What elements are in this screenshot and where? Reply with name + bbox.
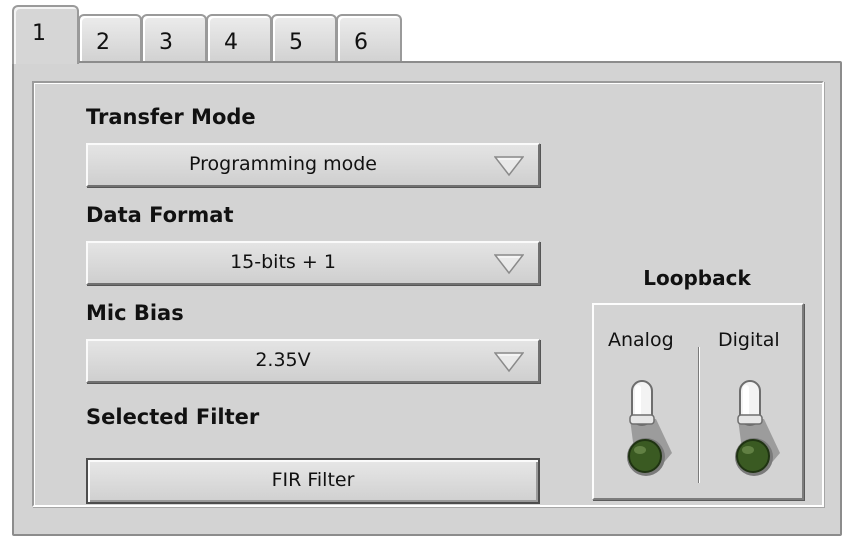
- mic-bias-label: Mic Bias: [86, 301, 184, 325]
- transfer-mode-label: Transfer Mode: [86, 105, 256, 129]
- fir-filter-button[interactable]: FIR Filter: [86, 458, 540, 504]
- tab-1-label: 1: [32, 21, 46, 46]
- tab-5-label: 5: [289, 30, 303, 55]
- data-format-value: 15-bits + 1: [230, 251, 336, 273]
- loopback-group: Analog Digital: [592, 303, 804, 500]
- loopback-divider: [698, 347, 699, 483]
- tab-3[interactable]: 3: [141, 14, 207, 61]
- dropdown-arrow-icon: [494, 352, 524, 373]
- fir-filter-button-label: FIR Filter: [271, 469, 355, 491]
- digital-toggle-switch[interactable]: [724, 375, 784, 485]
- settings-frame: Transfer Mode Programming mode Data Form…: [32, 81, 824, 507]
- analog-toggle-switch[interactable]: [616, 375, 676, 485]
- tab-1[interactable]: 1: [12, 5, 79, 64]
- loopback-title: Loopback: [643, 266, 751, 290]
- tab-4[interactable]: 4: [206, 14, 272, 61]
- tab-4-label: 4: [224, 30, 238, 55]
- digital-label: Digital: [718, 329, 780, 351]
- tab-panel: Transfer Mode Programming mode Data Form…: [12, 61, 842, 536]
- tab-2-label: 2: [96, 30, 110, 55]
- mic-bias-dropdown[interactable]: 2.35V: [86, 339, 540, 383]
- analog-label: Analog: [608, 329, 674, 351]
- dropdown-arrow-icon: [494, 254, 524, 275]
- data-format-dropdown[interactable]: 15-bits + 1: [86, 241, 540, 285]
- tab-6[interactable]: 6: [336, 14, 402, 61]
- tab-6-label: 6: [354, 30, 368, 55]
- dropdown-arrow-icon: [494, 156, 524, 177]
- data-format-label: Data Format: [86, 203, 234, 227]
- tab-5[interactable]: 5: [271, 14, 337, 61]
- selected-filter-label: Selected Filter: [86, 405, 260, 429]
- mic-bias-value: 2.35V: [255, 349, 311, 371]
- tab-3-label: 3: [159, 30, 173, 55]
- transfer-mode-dropdown[interactable]: Programming mode: [86, 143, 540, 187]
- tab-2[interactable]: 2: [78, 14, 142, 61]
- transfer-mode-value: Programming mode: [189, 153, 377, 175]
